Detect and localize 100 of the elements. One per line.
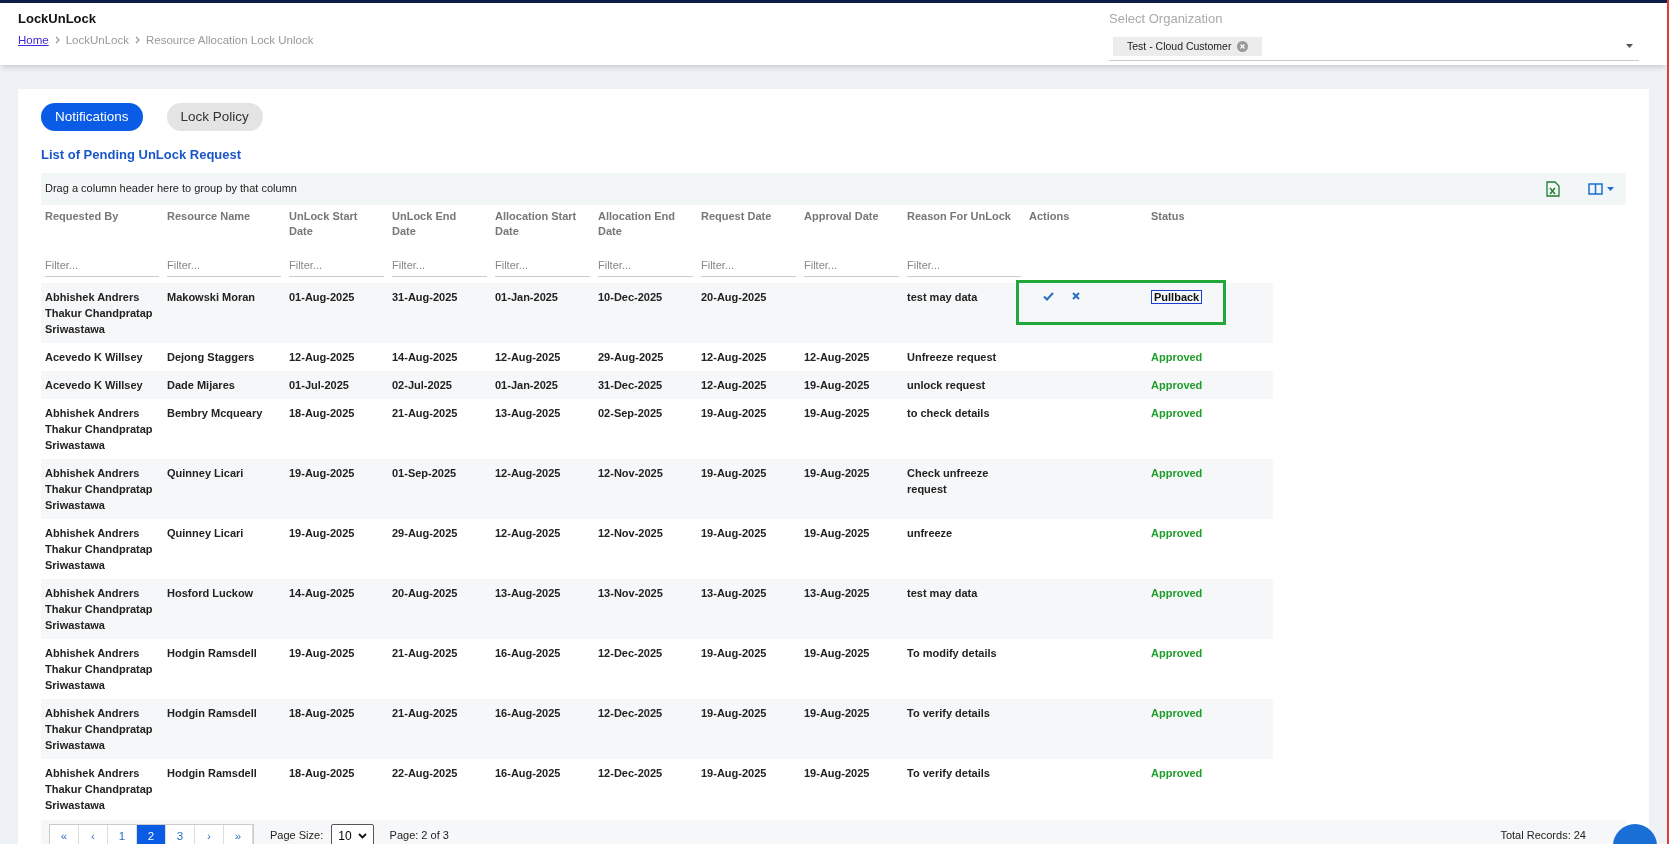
status-text: Approved: [1151, 646, 1203, 659]
table-cell: 31-Dec-2025: [598, 378, 663, 391]
table-cell: Abhishek Andrers Thakur Chandpratap Sriwastawa: [45, 586, 153, 631]
table-cell: 18-Aug-2025: [289, 406, 355, 419]
filter-field[interactable]: Filter...: [495, 257, 590, 277]
breadcrumb-link[interactable]: Home: [18, 31, 49, 49]
organization-chip[interactable]: Test - Cloud Customer: [1113, 36, 1263, 57]
filter-field[interactable]: Filter...: [289, 257, 384, 277]
table-cell: Bembry Mcqueary: [167, 406, 263, 419]
table-cell: 12-Aug-2025: [495, 526, 561, 539]
table-cell: 18-Aug-2025: [289, 706, 355, 719]
page-size-label: Page Size:: [270, 828, 324, 844]
table-cell: 01-Jan-2025: [495, 290, 558, 303]
table-cell: 19-Aug-2025: [289, 526, 355, 539]
filter-field[interactable]: Filter...: [701, 257, 796, 277]
organization-label: Select Organization: [1109, 10, 1224, 28]
filter-field[interactable]: Filter...: [167, 257, 281, 277]
page-button[interactable]: «: [50, 824, 79, 844]
table-cell: 29-Aug-2025: [598, 350, 664, 363]
table-cell: 12-Nov-2025: [598, 526, 663, 539]
table-cell: 19-Aug-2025: [804, 378, 870, 391]
column-header[interactable]: Allocation End Date: [598, 208, 693, 239]
page-button[interactable]: ‹: [79, 824, 108, 844]
table-cell: Quinney Licari: [167, 466, 244, 479]
table-cell: Abhishek Andrers Thakur Chandpratap Sriwastawa: [45, 406, 153, 451]
table-cell: 21-Aug-2025: [392, 706, 458, 719]
table-cell: 01-Jan-2025: [495, 378, 558, 391]
page-button[interactable]: 3: [166, 824, 195, 844]
column-header[interactable]: Status: [1151, 208, 1259, 224]
tab[interactable]: Notifications: [41, 103, 143, 131]
table-cell: 16-Aug-2025: [495, 706, 561, 719]
breadcrumb-item: Resource Allocation Lock Unlock: [146, 32, 314, 48]
total-records: Total Records: 24: [1500, 828, 1586, 844]
pullback-status[interactable]: Pullback: [1151, 289, 1203, 304]
organization-select[interactable]: Test - Cloud Customer: [1109, 36, 1639, 62]
table-cell: Abhishek Andrers Thakur Chandpratap Sriwastawa: [45, 290, 153, 335]
column-header[interactable]: Request Date: [701, 208, 796, 224]
table-cell: Hodgin Ramsdell: [167, 706, 257, 719]
table-cell: 12-Aug-2025: [495, 350, 561, 363]
table-cell: 19-Aug-2025: [804, 706, 870, 719]
table-cell: 20-Aug-2025: [701, 290, 767, 303]
table-cell: unlock request: [907, 378, 986, 391]
table-cell: Abhishek Andrers Thakur Chandpratap Sriwastawa: [45, 526, 153, 571]
table-cell: 01-Sep-2025: [392, 466, 457, 479]
table-cell: 19-Aug-2025: [289, 466, 355, 479]
column-header[interactable]: Actions: [1029, 208, 1143, 224]
table-cell: Abhishek Andrers Thakur Chandpratap Sriwastawa: [45, 706, 153, 751]
table-cell: 19-Aug-2025: [701, 526, 767, 539]
table-cell: 19-Aug-2025: [804, 406, 870, 419]
column-header[interactable]: Allocation Start Date: [495, 208, 590, 239]
table-cell: Quinney Licari: [167, 526, 244, 539]
page-button[interactable]: »: [224, 824, 253, 844]
table-cell: 01-Jul-2025: [289, 378, 349, 391]
filter-field[interactable]: Filter...: [907, 257, 1021, 277]
filter-field[interactable]: Filter...: [45, 257, 159, 277]
table-cell: 12-Dec-2025: [598, 646, 663, 659]
table-cell: Check unfreeze request: [907, 466, 989, 495]
tab[interactable]: Lock Policy: [166, 103, 263, 131]
table-cell: Unfreeze request: [907, 350, 997, 363]
table-cell: 19-Aug-2025: [701, 646, 767, 659]
table-cell: 22-Aug-2025: [392, 766, 458, 779]
table-cell: 12-Nov-2025: [598, 466, 663, 479]
table-cell: 14-Aug-2025: [392, 350, 458, 363]
filter-field[interactable]: Filter...: [804, 257, 899, 277]
filter-field[interactable]: Filter...: [598, 257, 693, 277]
table-cell: 20-Aug-2025: [392, 586, 458, 599]
column-header[interactable]: Resource Name: [167, 208, 281, 224]
table-cell: 12-Aug-2025: [804, 350, 870, 363]
table-cell: 12-Aug-2025: [701, 378, 767, 391]
column-header[interactable]: Requested By: [45, 208, 159, 224]
table-cell: Dejong Staggers: [167, 350, 255, 363]
table-cell: 13-Aug-2025: [804, 586, 870, 599]
group-hint: Drag a column header here to group by that column: [45, 181, 297, 197]
table-cell: To verify details: [907, 766, 990, 779]
filter-field[interactable]: Filter...: [392, 257, 487, 277]
column-header[interactable]: Reason For UnLock: [907, 208, 1021, 224]
column-header[interactable]: Approval Date: [804, 208, 899, 224]
status-text: Approved: [1151, 706, 1203, 719]
table-cell: 16-Aug-2025: [495, 766, 561, 779]
status-text: Approved: [1151, 526, 1203, 539]
status-text: Approved: [1151, 466, 1203, 479]
page-button[interactable]: 1: [108, 824, 137, 844]
table-cell: 21-Aug-2025: [392, 646, 458, 659]
column-header[interactable]: UnLock Start Date: [289, 208, 384, 239]
page-size-select[interactable]: 10: [331, 823, 374, 844]
table-cell: 13-Aug-2025: [701, 586, 767, 599]
table-cell: To modify details: [907, 646, 997, 659]
table-cell: to check details: [907, 406, 990, 419]
table-cell: test may data: [907, 290, 978, 303]
table-cell: Hodgin Ramsdell: [167, 766, 257, 779]
page-button[interactable]: 2: [137, 824, 166, 844]
table-cell: 02-Jul-2025: [392, 378, 452, 391]
page-button[interactable]: ›: [195, 824, 224, 844]
table-cell: 19-Aug-2025: [701, 706, 767, 719]
column-header[interactable]: UnLock End Date: [392, 208, 487, 239]
table-cell: 16-Aug-2025: [495, 646, 561, 659]
page-title: LockUnLock: [18, 10, 97, 28]
section-title: List of Pending UnLock Request: [41, 146, 243, 164]
table-cell: 19-Aug-2025: [804, 646, 870, 659]
table-cell: Abhishek Andrers Thakur Chandpratap Sriwastawa: [45, 646, 153, 691]
